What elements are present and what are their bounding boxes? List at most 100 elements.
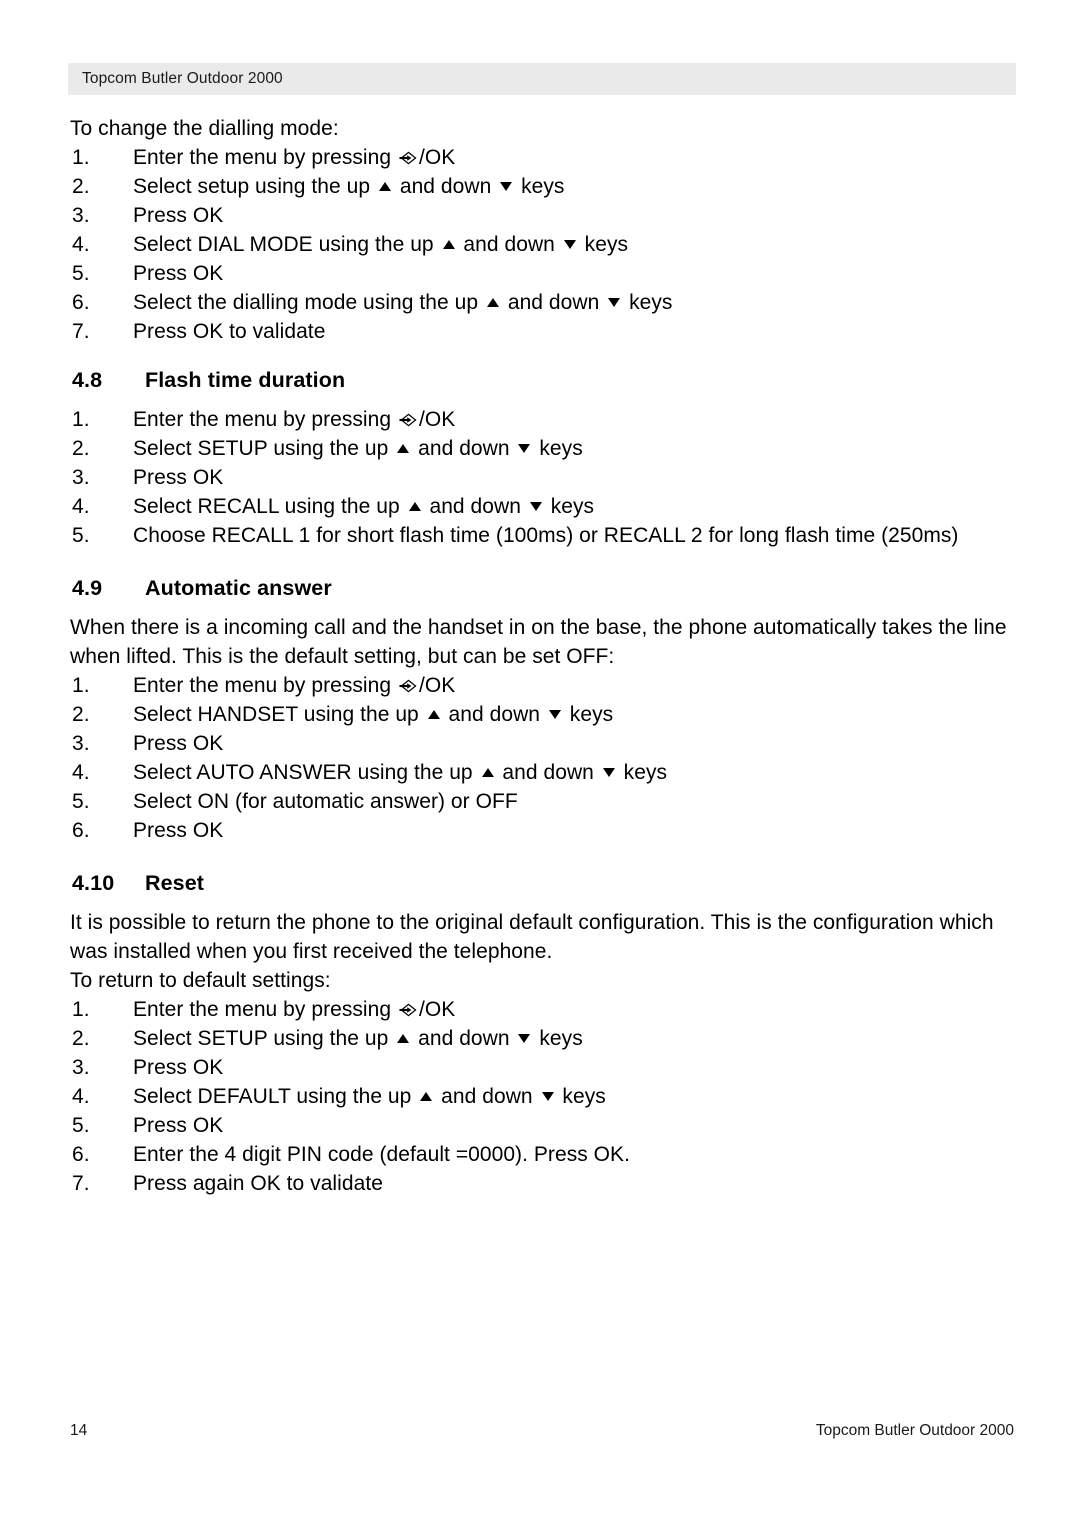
document-page: Topcom Butler Outdoor 2000 To change the… bbox=[0, 0, 1080, 1528]
down-triangle-icon bbox=[500, 182, 513, 191]
down-triangle-icon bbox=[608, 298, 621, 307]
down-triangle-icon bbox=[602, 768, 615, 777]
list-item: 3. Press OK bbox=[70, 729, 1014, 758]
list-item-number: 4. bbox=[72, 233, 90, 256]
list-item-text: Press again OK to validate bbox=[133, 1172, 383, 1195]
intro-steps-list: 1. Enter the menu by pressing /OK 2. Select… bbox=[70, 143, 1014, 346]
running-header-title: Topcom Butler Outdoor 2000 bbox=[82, 70, 283, 87]
list-item-number: 7. bbox=[72, 320, 90, 343]
section-heading: 4.10 Reset bbox=[70, 869, 1014, 898]
list-item-text: Select DIAL MODE using the up and down k… bbox=[133, 233, 629, 256]
list-item-text: Press OK bbox=[133, 466, 224, 489]
list-item-text: Select ON (for automatic answer) or OFF bbox=[133, 790, 518, 813]
list-item-number: 6. bbox=[72, 819, 90, 842]
list-item: 7. Press again OK to validate bbox=[70, 1169, 1014, 1198]
list-item-number: 1. bbox=[72, 408, 90, 431]
list-item: 6. Enter the 4 digit PIN code (default =0… bbox=[70, 1140, 1014, 1169]
list-item: 5. Press OK bbox=[70, 259, 1014, 288]
list-item-text: Select setup using the up and down keys bbox=[133, 175, 565, 198]
list-item: 4. Select DIAL MODE using the up and down… bbox=[70, 230, 1014, 259]
list-item: 2. Select SETUP using the up and down key… bbox=[70, 1024, 1014, 1053]
up-triangle-icon bbox=[378, 182, 391, 191]
up-triangle-icon bbox=[481, 768, 494, 777]
list-item-text: Press OK bbox=[133, 1056, 224, 1079]
list-item-text: Enter the menu by pressing /OK bbox=[133, 146, 456, 169]
list-item-number: 2. bbox=[72, 437, 90, 460]
section-number: 4.10 bbox=[72, 871, 115, 895]
list-item-text: Select SETUP using the up and down keys bbox=[133, 1027, 583, 1050]
section-heading: 4.8 Flash time duration bbox=[70, 366, 1014, 395]
list-item-text: Select DEFAULT using the up and down key… bbox=[133, 1085, 606, 1108]
section-steps-list: 1. Enter the menu by pressing /OK 2. Select… bbox=[70, 995, 1014, 1198]
up-triangle-icon bbox=[427, 710, 440, 719]
list-item-number: 2. bbox=[72, 175, 90, 198]
down-triangle-icon bbox=[529, 502, 542, 511]
section-paragraph: When there is a incoming call and the ha… bbox=[70, 616, 1007, 668]
up-triangle-icon bbox=[408, 502, 421, 511]
list-item-number: 6. bbox=[72, 291, 90, 314]
document-section: 4.9 Automatic answer When there is a incom… bbox=[70, 574, 1014, 869]
menu-arrow-icon bbox=[399, 413, 418, 427]
list-item: 5. Press OK bbox=[70, 1111, 1014, 1140]
list-item: 1. Enter the menu by pressing /OK bbox=[70, 995, 1014, 1024]
list-item-text: Select HANDSET using the up and down key… bbox=[133, 703, 614, 726]
intro-lead: To change the dialling mode: bbox=[70, 117, 339, 140]
list-item-number: 7. bbox=[72, 1172, 90, 1195]
list-item: 1. Enter the menu by pressing /OK bbox=[70, 405, 1014, 434]
list-item: 5. Choose RECALL 1 for short flash time (… bbox=[70, 521, 1014, 550]
list-item-text: Press OK bbox=[133, 819, 224, 842]
list-item: 3. Press OK bbox=[70, 1053, 1014, 1082]
list-item: 4. Select RECALL using the up and down ke… bbox=[70, 492, 1014, 521]
list-item-text: Select RECALL using the up and down keys bbox=[133, 495, 595, 518]
up-triangle-icon bbox=[420, 1092, 433, 1101]
list-item: 2. Select setup using the up and down key… bbox=[70, 172, 1014, 201]
section-paragraph: It is possible to return the phone to th… bbox=[70, 911, 994, 963]
list-item: 4. Select AUTO ANSWER using the up and do… bbox=[70, 758, 1014, 787]
list-item: 1. Enter the menu by pressing /OK bbox=[70, 143, 1014, 172]
up-triangle-icon bbox=[397, 444, 410, 453]
list-item-text: Enter the 4 digit PIN code (default =000… bbox=[133, 1143, 631, 1166]
list-item-number: 1. bbox=[72, 674, 90, 697]
footer-title: Topcom Butler Outdoor 2000 bbox=[815, 1422, 1014, 1439]
list-item-text: Press OK bbox=[133, 1114, 224, 1137]
document-section: 4.8 Flash time duration 1. Enter the menu b… bbox=[70, 366, 1014, 574]
menu-arrow-icon bbox=[399, 151, 418, 165]
list-item-number: 4. bbox=[72, 1085, 90, 1108]
list-item-number: 3. bbox=[72, 1056, 90, 1079]
list-item-text: Enter the menu by pressing /OK bbox=[133, 674, 456, 697]
section-title: Reset bbox=[145, 871, 205, 895]
list-item: 6. Press OK bbox=[70, 816, 1014, 845]
sections-container: 4.8 Flash time duration 1. Enter the menu b… bbox=[70, 366, 1014, 1198]
list-item-number: 5. bbox=[72, 1114, 90, 1137]
list-item-number: 2. bbox=[72, 703, 90, 726]
document-section: 4.10 Reset It is possible to return the ph… bbox=[70, 869, 1014, 1198]
list-item: 6. Select the dialling mode using the up … bbox=[70, 288, 1014, 317]
down-triangle-icon bbox=[541, 1092, 554, 1101]
list-item-text: Press OK bbox=[133, 262, 224, 285]
list-item-number: 2. bbox=[72, 1027, 90, 1050]
section-title: Automatic answer bbox=[145, 576, 332, 600]
down-triangle-icon bbox=[563, 240, 576, 249]
section-steps-list: 1. Enter the menu by pressing /OK 2. Select… bbox=[70, 405, 1014, 550]
section-number: 4.9 bbox=[72, 576, 103, 600]
list-item-number: 3. bbox=[72, 204, 90, 227]
list-item-text: Select the dialling mode using the up an… bbox=[133, 291, 673, 314]
list-item: 7. Press OK to validate bbox=[70, 317, 1014, 346]
list-item-text: Choose RECALL 1 for short flash time (10… bbox=[133, 524, 959, 547]
list-item-number: 5. bbox=[72, 524, 90, 547]
list-item-number: 6. bbox=[72, 1143, 90, 1166]
up-triangle-icon bbox=[486, 298, 499, 307]
list-item-number: 1. bbox=[72, 998, 90, 1021]
up-triangle-icon bbox=[442, 240, 455, 249]
footer-page-number: 14 bbox=[70, 1422, 88, 1439]
down-triangle-icon bbox=[518, 1034, 531, 1043]
list-item-text: Enter the menu by pressing /OK bbox=[133, 408, 456, 431]
list-item-number: 1. bbox=[72, 146, 90, 169]
section-paragraph: To return to default settings: bbox=[70, 969, 331, 992]
section-steps-list: 1. Enter the menu by pressing /OK 2. Select… bbox=[70, 671, 1014, 845]
up-triangle-icon bbox=[397, 1034, 410, 1043]
list-item-number: 5. bbox=[72, 262, 90, 285]
list-item: 4. Select DEFAULT using the up and down k… bbox=[70, 1082, 1014, 1111]
list-item-text: Press OK bbox=[133, 204, 224, 227]
page-footer: 14 Topcom Butler Outdoor 2000 bbox=[70, 1421, 1014, 1443]
